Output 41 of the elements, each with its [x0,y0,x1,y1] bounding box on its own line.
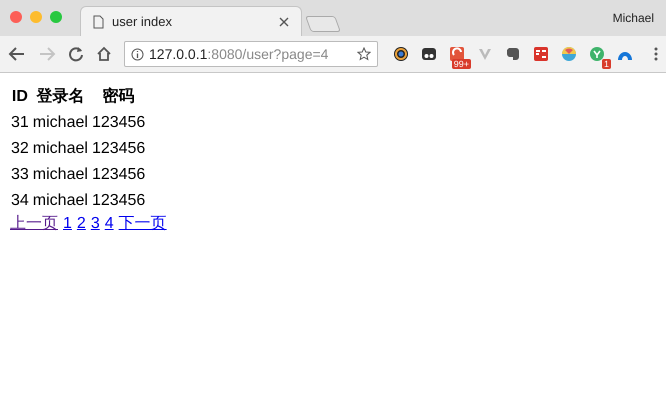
back-icon[interactable] [8,46,26,62]
profile-name[interactable]: Michael [612,9,654,27]
browser-tab[interactable]: user index [80,6,302,36]
table-cell-text: 33 [10,165,30,185]
table-cell-text: 34 [10,191,30,211]
ring-icon[interactable] [393,46,409,62]
page-link[interactable]: 下一页 [118,215,167,233]
page-link[interactable]: 4 [104,215,114,233]
column-header: 密码 [102,86,136,107]
page-link[interactable]: 上一页 [10,215,58,233]
page-link[interactable]: 1 [63,215,72,233]
menu-icon[interactable] [654,47,658,61]
table-cell-text: 32 [10,139,30,159]
tab-title: user index [112,12,173,31]
table-cell-text: michael [32,191,89,211]
table-cell-text: 123456 [90,165,146,185]
ball-icon[interactable] [561,46,577,62]
table-cell-text: 123456 [90,113,146,133]
page-link[interactable]: 3 [90,215,100,233]
square-icon[interactable] [533,46,549,62]
table-cell-text: 123456 [90,191,146,211]
table-cell-text: 123456 [90,139,146,159]
badge: 99+ [452,59,471,69]
page-icon [93,14,104,28]
star-icon[interactable] [357,47,371,61]
close-icon[interactable] [279,16,289,26]
url-text: 127.0.0.1:8080/user?page=4 [149,44,330,64]
column-header: 登录名 [35,86,86,107]
table-cell-text: michael [32,165,89,185]
page-link[interactable]: 2 [76,215,86,233]
y-circle-icon[interactable] [589,46,605,62]
table-cell-text: 31 [10,113,30,133]
home-icon[interactable] [96,46,112,62]
address-bar[interactable]: 127.0.0.1:8080/user?page=4 [124,41,378,67]
table-cell-text: michael [32,139,89,159]
badge: 1 [602,59,611,69]
column-header: ID [10,87,29,107]
eyes-icon[interactable] [421,47,437,61]
info-icon[interactable] [131,48,144,60]
reload-icon[interactable] [68,46,84,62]
table-cell-text: michael [32,113,89,133]
